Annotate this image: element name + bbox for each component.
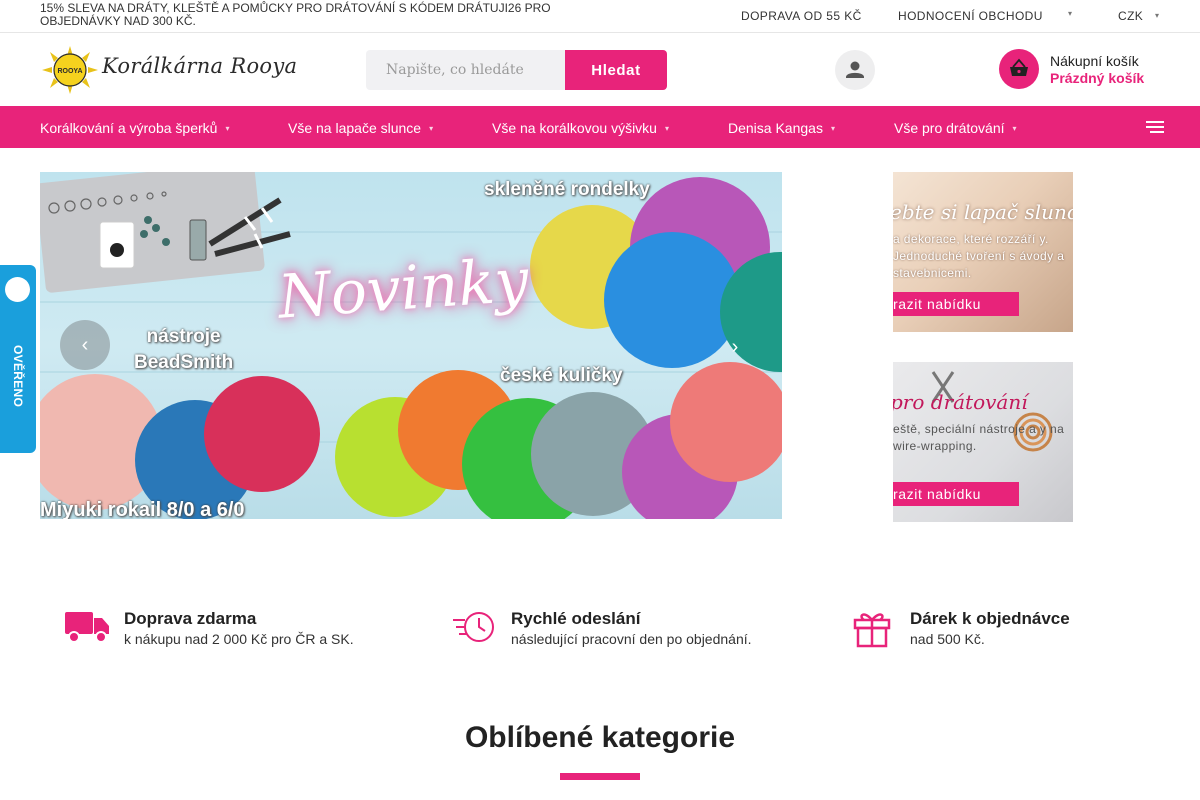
logo-text: Korálkárna Rooya bbox=[102, 54, 298, 78]
hero-banner[interactable]: Novinky skleněné rondelky nástroje BeadS… bbox=[40, 172, 782, 519]
nav-item-denisa-kangas[interactable]: Denisa Kangas ▾ bbox=[728, 120, 835, 136]
chevron-down-icon: ▾ bbox=[830, 124, 835, 133]
banner-heading: ebte si lapač slunce bbox=[893, 200, 1073, 224]
hero-label-tools-line2: BeadSmith bbox=[134, 352, 234, 373]
banner-text: eště, speciální nástroje a y na wire-wra… bbox=[893, 422, 1065, 453]
cart-title[interactable]: Nákupní košík bbox=[1050, 53, 1139, 69]
verified-by-customers-badge[interactable]: OVĚŘENO ZÁKAZNÍKY bbox=[0, 265, 36, 453]
verified-seal-icon bbox=[5, 277, 30, 302]
chevron-down-icon: ▾ bbox=[225, 124, 230, 133]
feature-desc: následující pracovní den po objednání. bbox=[511, 631, 752, 647]
hero-label-miyuki: Miyuki rokail 8/0 a 6/0 bbox=[40, 499, 245, 519]
chevron-right-icon[interactable]: › bbox=[720, 332, 750, 362]
cart-button[interactable] bbox=[999, 49, 1039, 89]
chevron-down-icon[interactable]: ▾ bbox=[1068, 9, 1072, 18]
nav-item-label: Vše pro drátování bbox=[894, 120, 1005, 136]
search-button[interactable]: Hledat bbox=[565, 50, 667, 90]
bead-pile-m3 bbox=[204, 376, 320, 492]
heading-underline bbox=[560, 773, 640, 780]
site-logo[interactable]: ROOYA Korálkárna Rooya bbox=[42, 46, 297, 94]
nav-item-label: Korálkování a výroba šperků bbox=[40, 120, 218, 136]
basket-icon bbox=[1010, 58, 1028, 76]
chevron-left-icon[interactable]: ‹ bbox=[60, 320, 110, 370]
chevron-down-icon: ▾ bbox=[429, 124, 434, 133]
shipping-link[interactable]: DOPRAVA OD 55 KČ bbox=[741, 9, 862, 23]
hero-label-tools-line1: nástroje bbox=[146, 326, 221, 347]
popular-categories-heading: Oblíbené kategorie bbox=[464, 721, 736, 754]
nav-item-label: Denisa Kangas bbox=[728, 120, 823, 136]
banner-heading: pro drátování bbox=[893, 390, 1028, 414]
currency-selector[interactable]: CZK bbox=[1118, 9, 1143, 23]
feature-desc: k nákupu nad 2 000 Kč pro ČR a SK. bbox=[124, 631, 354, 647]
hero-label-czech-beads: české kuličky bbox=[500, 365, 623, 386]
promo-message: 15% SLEVA NA DRÁTY, KLEŠTĚ A POMŮCKY PRO… bbox=[40, 1, 551, 28]
suncatcher-banner[interactable]: ebte si lapač slunce a dekorace, které r… bbox=[893, 172, 1073, 332]
feature-title: Dárek k objednávce bbox=[910, 609, 1070, 628]
feature-desc: nad 500 Kč. bbox=[910, 631, 985, 647]
nav-item-wire-work[interactable]: Vše pro drátování ▾ bbox=[894, 120, 1017, 136]
main-navigation: Korálkování a výroba šperků ▾ Vše na lapa… bbox=[0, 106, 1200, 148]
banner-text: a dekorace, které rozzáří y. Jednoduché … bbox=[893, 232, 1065, 280]
chevron-down-icon: ▾ bbox=[1012, 124, 1017, 133]
banner-button[interactable]: razit nabídku bbox=[893, 292, 1019, 316]
site-header: ROOYA Korálkárna Rooya Hledat Nákupní ko… bbox=[0, 33, 1200, 106]
account-button[interactable] bbox=[835, 50, 875, 90]
chevron-down-icon[interactable]: ▾ bbox=[1155, 11, 1159, 20]
verified-badge-text: OVĚŘENO ZÁKAZNÍKY bbox=[11, 345, 25, 408]
banner-button[interactable]: razit nabídku bbox=[893, 482, 1019, 506]
shop-rating-link[interactable]: HODNOCENÍ OBCHODU bbox=[898, 9, 1043, 23]
feature-title: Rychlé odeslání bbox=[511, 609, 641, 628]
hero-label-tools: nástroje BeadSmith bbox=[134, 324, 233, 376]
logo-badge-text: ROOYA bbox=[57, 68, 82, 75]
menu-icon[interactable] bbox=[1146, 121, 1164, 133]
top-info-bar: 15% SLEVA NA DRÁTY, KLEŠTĚ A POMŮCKY PRO… bbox=[0, 0, 1200, 33]
sun-logo-icon: ROOYA bbox=[42, 46, 98, 94]
nav-item-suncatchers[interactable]: Vše na lapače slunce ▾ bbox=[288, 120, 433, 136]
nav-item-label: Vše na lapače slunce bbox=[288, 120, 422, 136]
gift-icon bbox=[853, 613, 891, 648]
chevron-down-icon: ▾ bbox=[664, 124, 669, 133]
wire-work-banner[interactable]: pro drátování eště, speciální nástroje a… bbox=[893, 362, 1073, 522]
user-icon bbox=[846, 61, 864, 78]
feature-title: Doprava zdarma bbox=[124, 609, 257, 628]
cart-status[interactable]: Prázdný košík bbox=[1050, 70, 1144, 86]
truck-icon bbox=[65, 612, 109, 643]
nav-item-beading[interactable]: Korálkování a výroba šperků ▾ bbox=[40, 120, 229, 136]
nav-item-label: Vše na korálkovou výšivku bbox=[492, 120, 657, 136]
nav-item-bead-embroidery[interactable]: Vše na korálkovou výšivku ▾ bbox=[492, 120, 669, 136]
search-input[interactable] bbox=[366, 50, 566, 90]
hero-label-rondelles: skleněné rondelky bbox=[484, 179, 650, 200]
fast-clock-icon bbox=[453, 612, 494, 642]
